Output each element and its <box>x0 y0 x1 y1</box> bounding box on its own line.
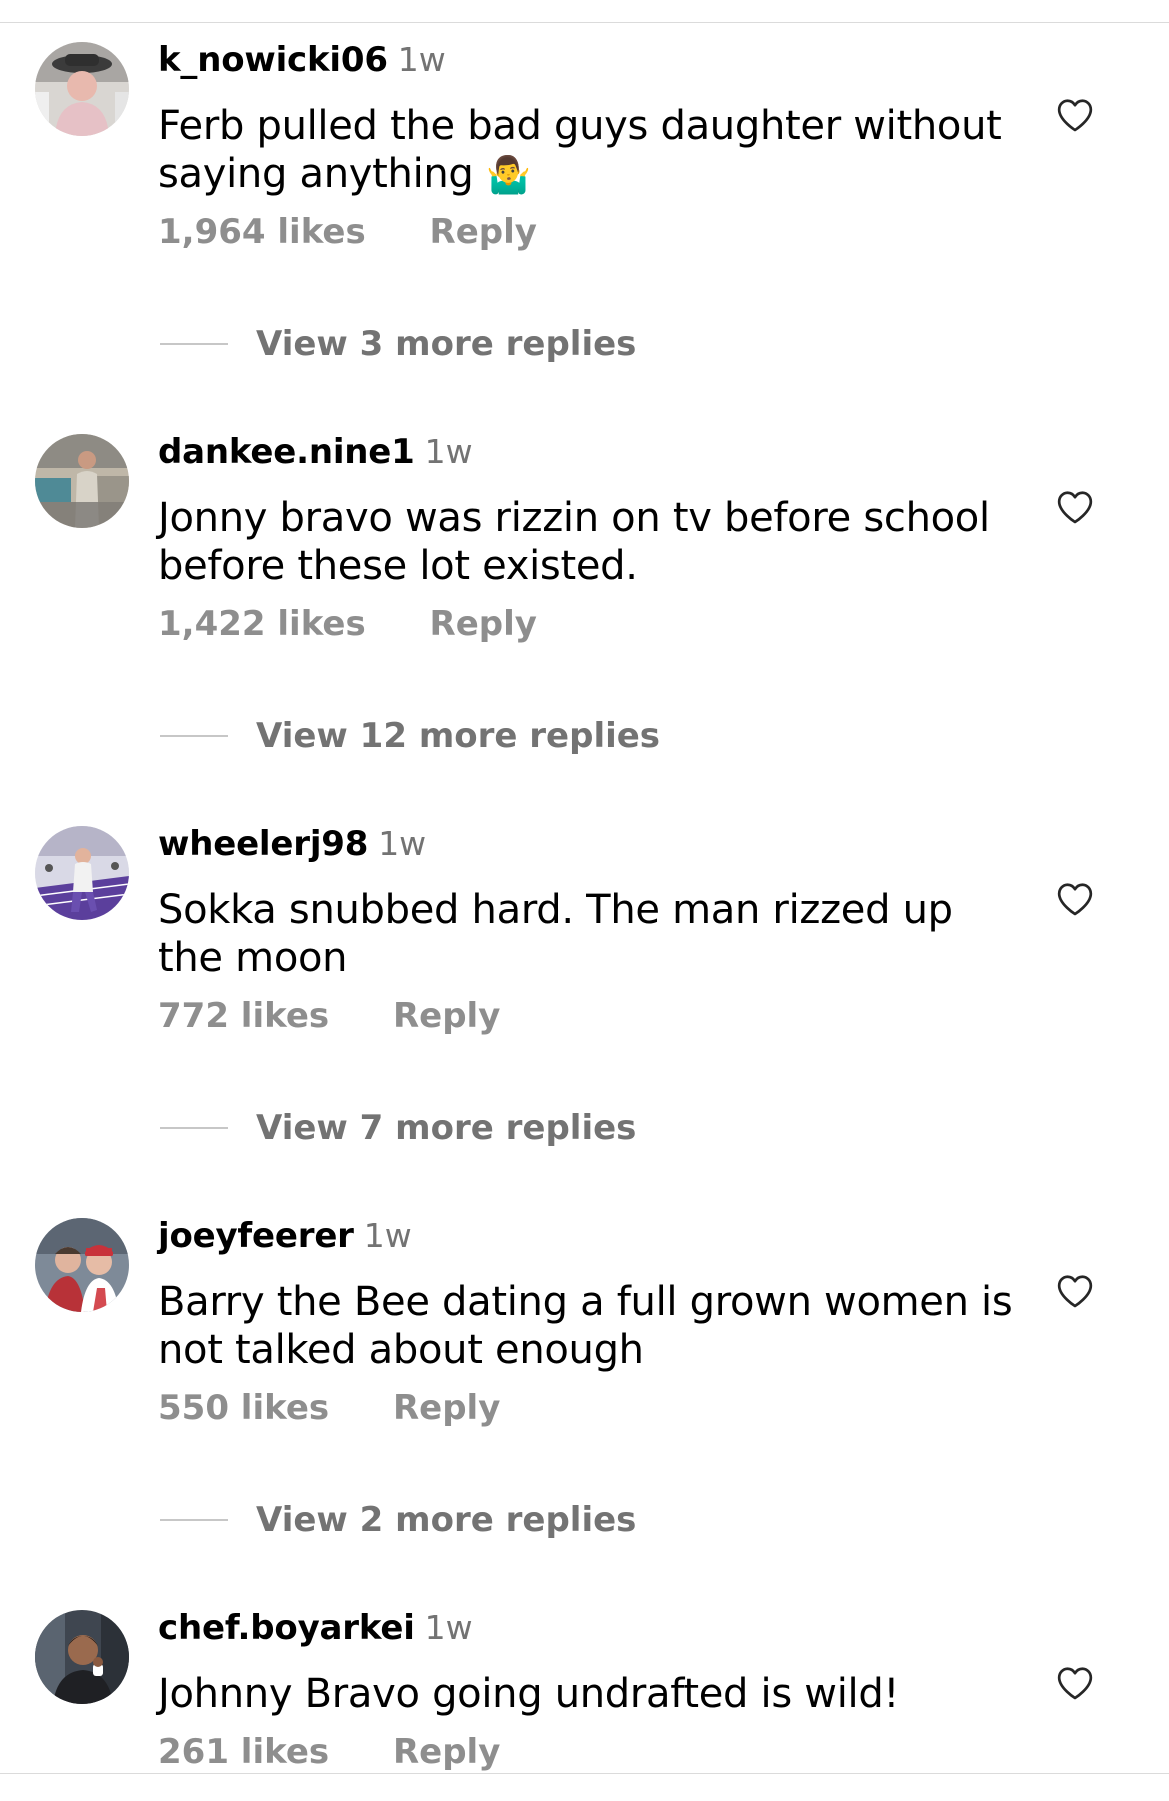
heart-outline-icon[interactable] <box>1056 489 1094 525</box>
comment-item: joeyfeerer 1w Barry the Bee dating a ful… <box>0 1198 1169 1590</box>
replies-dash <box>160 1519 228 1521</box>
avatar[interactable] <box>35 1218 129 1312</box>
avatar[interactable] <box>35 826 129 920</box>
comment-meta: chef.boyarkei 1w <box>158 1608 473 1656</box>
heart-outline-icon[interactable] <box>1056 881 1094 917</box>
view-replies-label: View 12 more replies <box>256 716 661 756</box>
reply-button[interactable]: Reply <box>430 604 537 644</box>
comment-actions: 772 likes Reply <box>158 996 500 1040</box>
avatar[interactable] <box>35 1610 129 1704</box>
reply-button[interactable]: Reply <box>393 996 500 1036</box>
timestamp: 1w <box>424 1608 473 1647</box>
view-replies-label: View 2 more replies <box>256 1500 637 1540</box>
comment-meta: joeyfeerer 1w <box>158 1216 412 1264</box>
shrug-emoji-icon: 🤷‍♂️ <box>485 155 531 196</box>
comment-text: Sokka snubbed hard. The man rizzed up th… <box>158 886 1018 982</box>
replies-dash <box>160 343 228 345</box>
comment-item: k_nowicki06 1w Ferb pulled the bad guys … <box>0 22 1169 414</box>
comment-body: Johnny Bravo going undrafted is wild! <box>158 1671 900 1717</box>
username[interactable]: wheelerj98 <box>158 824 368 864</box>
heart-outline-icon[interactable] <box>1056 97 1094 133</box>
bottom-divider <box>0 1773 1169 1774</box>
comment-body: Sokka snubbed hard. The man rizzed up th… <box>158 887 953 981</box>
heart-outline-icon[interactable] <box>1056 1665 1094 1701</box>
username[interactable]: chef.boyarkei <box>158 1608 415 1648</box>
view-replies-button[interactable]: View 3 more replies <box>160 324 636 364</box>
username[interactable]: k_nowicki06 <box>158 40 388 80</box>
timestamp: 1w <box>397 40 446 79</box>
replies-dash <box>160 1127 228 1129</box>
comment-body: Barry the Bee dating a full grown women … <box>158 1279 1013 1373</box>
comment-actions: 550 likes Reply <box>158 1388 500 1432</box>
comment-text: Barry the Bee dating a full grown women … <box>158 1278 1018 1374</box>
comment-meta: wheelerj98 1w <box>158 824 426 872</box>
likes-count[interactable]: 1,964 likes <box>158 212 366 252</box>
comment-text: Johnny Bravo going undrafted is wild! <box>158 1670 1018 1718</box>
reply-button[interactable]: Reply <box>430 212 537 252</box>
view-replies-label: View 3 more replies <box>256 324 637 364</box>
comment-actions: 1,964 likes Reply <box>158 212 537 256</box>
heart-outline-icon[interactable] <box>1056 1273 1094 1309</box>
username[interactable]: joeyfeerer <box>158 1216 354 1256</box>
view-replies-button[interactable]: View 7 more replies <box>160 1108 636 1148</box>
reply-button[interactable]: Reply <box>393 1732 500 1772</box>
username[interactable]: dankee.nine1 <box>158 432 415 472</box>
likes-count[interactable]: 550 likes <box>158 1388 329 1428</box>
avatar[interactable] <box>35 42 129 136</box>
reply-button[interactable]: Reply <box>393 1388 500 1428</box>
likes-count[interactable]: 772 likes <box>158 996 329 1036</box>
likes-count[interactable]: 261 likes <box>158 1732 329 1772</box>
comment-item: chef.boyarkei 1w Johnny Bravo going undr… <box>0 1590 1169 1773</box>
view-replies-label: View 7 more replies <box>256 1108 637 1148</box>
view-replies-button[interactable]: View 12 more replies <box>160 716 660 756</box>
comment-actions: 1,422 likes Reply <box>158 604 537 648</box>
timestamp: 1w <box>424 432 473 471</box>
comment-actions: 261 likes Reply <box>158 1732 500 1773</box>
timestamp: 1w <box>363 1216 412 1255</box>
replies-dash <box>160 735 228 737</box>
comment-body: Jonny bravo was rizzin on tv before scho… <box>158 495 990 589</box>
comment-text: Ferb pulled the bad guys daughter withou… <box>158 102 1018 200</box>
comment-meta: k_nowicki06 1w <box>158 40 446 88</box>
likes-count[interactable]: 1,422 likes <box>158 604 366 644</box>
comment-item: dankee.nine1 1w Jonny bravo was rizzin o… <box>0 414 1169 806</box>
comment-meta: dankee.nine1 1w <box>158 432 473 480</box>
timestamp: 1w <box>378 824 427 863</box>
avatar[interactable] <box>35 434 129 528</box>
comment-text: Jonny bravo was rizzin on tv before scho… <box>158 494 1018 590</box>
comment-body: Ferb pulled the bad guys daughter withou… <box>158 103 1002 197</box>
comment-item: wheelerj98 1w Sokka snubbed hard. The ma… <box>0 806 1169 1198</box>
view-replies-button[interactable]: View 2 more replies <box>160 1500 636 1540</box>
